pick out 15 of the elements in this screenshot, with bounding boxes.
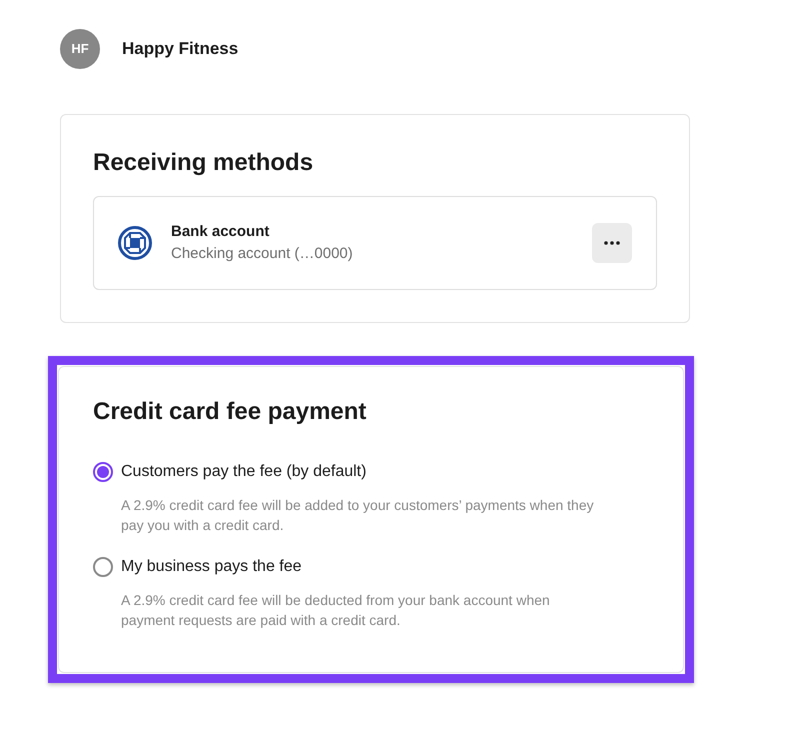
section-title: Credit card fee payment: [93, 397, 368, 427]
business-name: Happy Fitness: [122, 38, 238, 60]
radio-button[interactable]: [93, 462, 113, 482]
more-icon: [604, 241, 620, 245]
method-detail: Checking account (…0000): [171, 244, 354, 264]
section-title: Receiving methods: [93, 148, 314, 178]
option-label[interactable]: My business pays the fee: [121, 555, 302, 579]
option-label[interactable]: Customers pay the fee (by default): [121, 460, 366, 484]
avatar: HF: [60, 29, 100, 69]
radio-button[interactable]: [93, 557, 113, 577]
bank-icon: [118, 226, 152, 260]
more-button[interactable]: [592, 223, 632, 263]
method-name: Bank account: [171, 222, 270, 242]
option-description: A 2.9% credit card fee will be added to your customers’ payments when they pay you with a credit card.: [121, 496, 595, 535]
option-description: A 2.9% credit card fee will be deducted from your bank account when payment requests are paid with a credit card.: [121, 591, 551, 630]
